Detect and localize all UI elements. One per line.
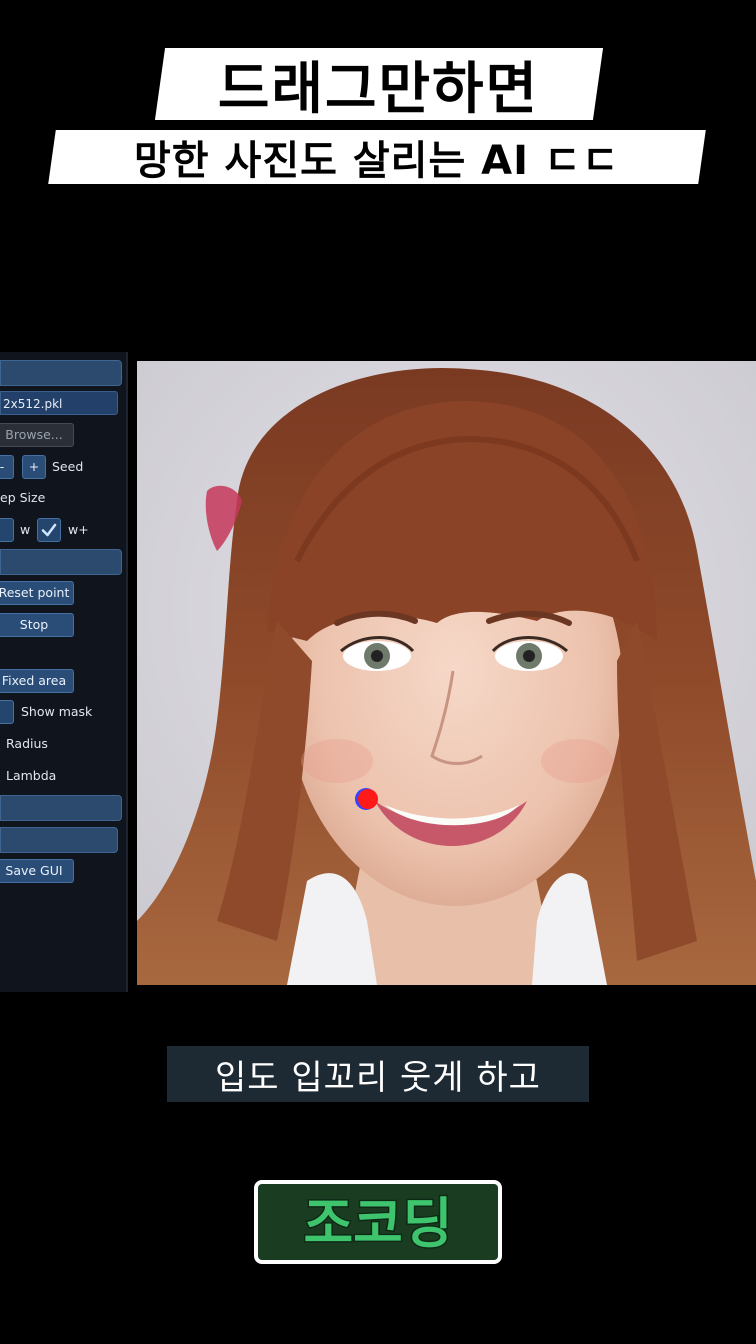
- lambda-label: Lambda: [6, 768, 57, 783]
- section-header-bar[interactable]: [0, 549, 122, 575]
- headline-line2-box: 망한 사진도 살리는 AI ㄷㄷ: [48, 130, 706, 184]
- browse-button[interactable]: Browse...: [0, 423, 74, 447]
- seed-increment-button[interactable]: +: [22, 455, 46, 479]
- stop-button[interactable]: Stop: [0, 613, 74, 637]
- channel-logo: 조코딩: [250, 1176, 506, 1268]
- w-checkbox[interactable]: [0, 518, 14, 542]
- model-path-field[interactable]: 2x512.pkl: [0, 391, 118, 415]
- step-size-label: ep Size: [0, 490, 46, 505]
- reset-point-button[interactable]: Reset point: [0, 581, 74, 605]
- channel-logo-text: 조코딩: [303, 1192, 452, 1255]
- radius-label: Radius: [6, 736, 48, 751]
- channel-logo-graphic: 조코딩: [254, 1180, 502, 1264]
- show-mask-checkbox[interactable]: [0, 700, 14, 724]
- portrait-illustration: [137, 361, 756, 985]
- subtitle-text: 입도 입꼬리 웃게 하고: [215, 1057, 541, 1098]
- control-panel: 2x512.pkl Browse... - + Seed ep Size w w…: [0, 352, 128, 992]
- checkmark-icon: [41, 523, 57, 537]
- headline-line1-box: 드래그만하면: [154, 48, 604, 122]
- seed-label: Seed: [52, 459, 84, 474]
- w-label: w: [20, 522, 31, 537]
- wplus-checkbox[interactable]: [37, 518, 61, 542]
- wplus-label: w+: [68, 522, 89, 537]
- headline-line2: 망한 사진도 살리는 AI ㄷㄷ: [134, 138, 620, 184]
- fixed-area-button[interactable]: Fixed area: [0, 669, 74, 693]
- section-header-bar[interactable]: [0, 827, 118, 853]
- section-header-bar[interactable]: [0, 360, 122, 386]
- drag-handle-point[interactable]: [358, 789, 378, 809]
- save-gui-button[interactable]: Save GUI: [0, 859, 74, 883]
- subtitle-box: 입도 입꼬리 웃게 하고: [167, 1046, 589, 1102]
- image-canvas[interactable]: [137, 361, 756, 985]
- seed-decrement-button[interactable]: -: [0, 455, 14, 479]
- section-header-bar[interactable]: [0, 795, 122, 821]
- headline-line1: 드래그만하면: [218, 56, 540, 122]
- show-mask-label: Show mask: [21, 704, 93, 719]
